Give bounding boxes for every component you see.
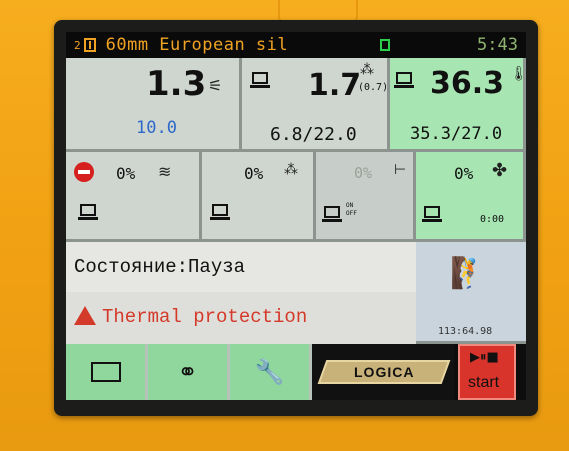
thermometer-icon: 🌡: [510, 66, 526, 82]
fan-timer: 0:00: [480, 214, 505, 225]
program-number: 2: [74, 38, 81, 52]
panel-damper[interactable]: 0% ⊢ ON OFF: [316, 152, 416, 242]
recipe-title[interactable]: 60mm European sil: [106, 35, 289, 55]
fan-percent: 0%: [454, 164, 474, 183]
person-climbing-icon: 🧗: [450, 256, 488, 291]
computer-icon: [422, 206, 442, 222]
stop-icon: [74, 162, 94, 182]
panel-pressure[interactable]: 1.7 (0.7) ⁂ 6.8/22.0: [242, 58, 390, 152]
spray-icon: ⁂: [360, 62, 374, 78]
clock: 5:43: [477, 35, 518, 55]
computer-icon: [394, 72, 414, 88]
warning-icon: [74, 306, 96, 325]
pressure-delta: (0.7): [358, 82, 389, 93]
logica-logo-text: LOGICA: [354, 364, 415, 380]
brand-strip: LOGICA: [312, 344, 454, 400]
service-button[interactable]: 🔧: [230, 344, 312, 400]
pressure-setpoint: 6.8/22.0: [270, 124, 357, 145]
panel-humidity[interactable]: 1.3 ⚟ 10.0: [66, 58, 242, 152]
computer-icon: [210, 204, 230, 220]
on-label: ON: [346, 202, 354, 209]
spray-nozzle-icon: ⁂: [284, 162, 298, 178]
operator-time: 113:64.98: [438, 326, 493, 337]
hose-button[interactable]: ⚭: [148, 344, 230, 400]
status-state-row: Состояние:Пауза: [66, 242, 416, 292]
wrench-icon: 🔧: [254, 358, 285, 386]
heater-percent: 0%: [116, 164, 136, 183]
humidity-setpoint: 10.0: [136, 118, 177, 138]
recipe-book-icon[interactable]: [83, 38, 96, 52]
panel-operator[interactable]: 🧗 113:64.98: [416, 242, 526, 344]
off-label: OFF: [346, 210, 357, 217]
panel-fan[interactable]: 0% ✤ 0:00: [416, 152, 526, 242]
panel-spray[interactable]: 0% ⁂: [202, 152, 316, 242]
damper-icon: ⊢: [394, 162, 407, 178]
panel-heater[interactable]: 0% ≋: [66, 152, 202, 242]
state-text: Состояние:Пауза: [74, 256, 246, 278]
folder-icon: [90, 362, 121, 382]
hose-icon: ⚭: [177, 358, 198, 386]
computer-icon: [78, 204, 98, 220]
header-bar: 2 60mm European sil 5:43: [66, 32, 526, 58]
start-label: start: [468, 374, 500, 391]
spray-percent: 0%: [244, 164, 264, 183]
fan-icon: ✤: [492, 160, 508, 181]
damper-percent: 0%: [354, 164, 373, 182]
smoke-icon: ⚟: [208, 76, 223, 95]
computer-icon: [322, 206, 342, 222]
computer-icon: [250, 72, 270, 88]
temperature-setpoint: 35.3/27.0: [410, 124, 503, 144]
folder-button[interactable]: [66, 344, 148, 400]
heat-waves-icon: ≋: [158, 162, 172, 181]
battery-icon: [380, 39, 390, 51]
status-alarm-row[interactable]: Thermal protection: [66, 292, 416, 344]
humidity-value: 1.3: [146, 64, 207, 104]
play-pause-stop-icon: ▶︎⏸■: [470, 350, 499, 365]
start-button[interactable]: ▶︎⏸■ start: [458, 344, 516, 400]
temperature-value: 36.3: [430, 66, 505, 101]
panel-temperature[interactable]: 36.3 🌡 35.3/27.0: [390, 58, 526, 152]
hmi-screen: 2 60mm European sil 5:43 1.3 ⚟ 10.0 1.7 …: [66, 32, 526, 400]
alarm-text: Thermal protection: [102, 306, 308, 328]
pressure-value: 1.7: [308, 68, 362, 103]
